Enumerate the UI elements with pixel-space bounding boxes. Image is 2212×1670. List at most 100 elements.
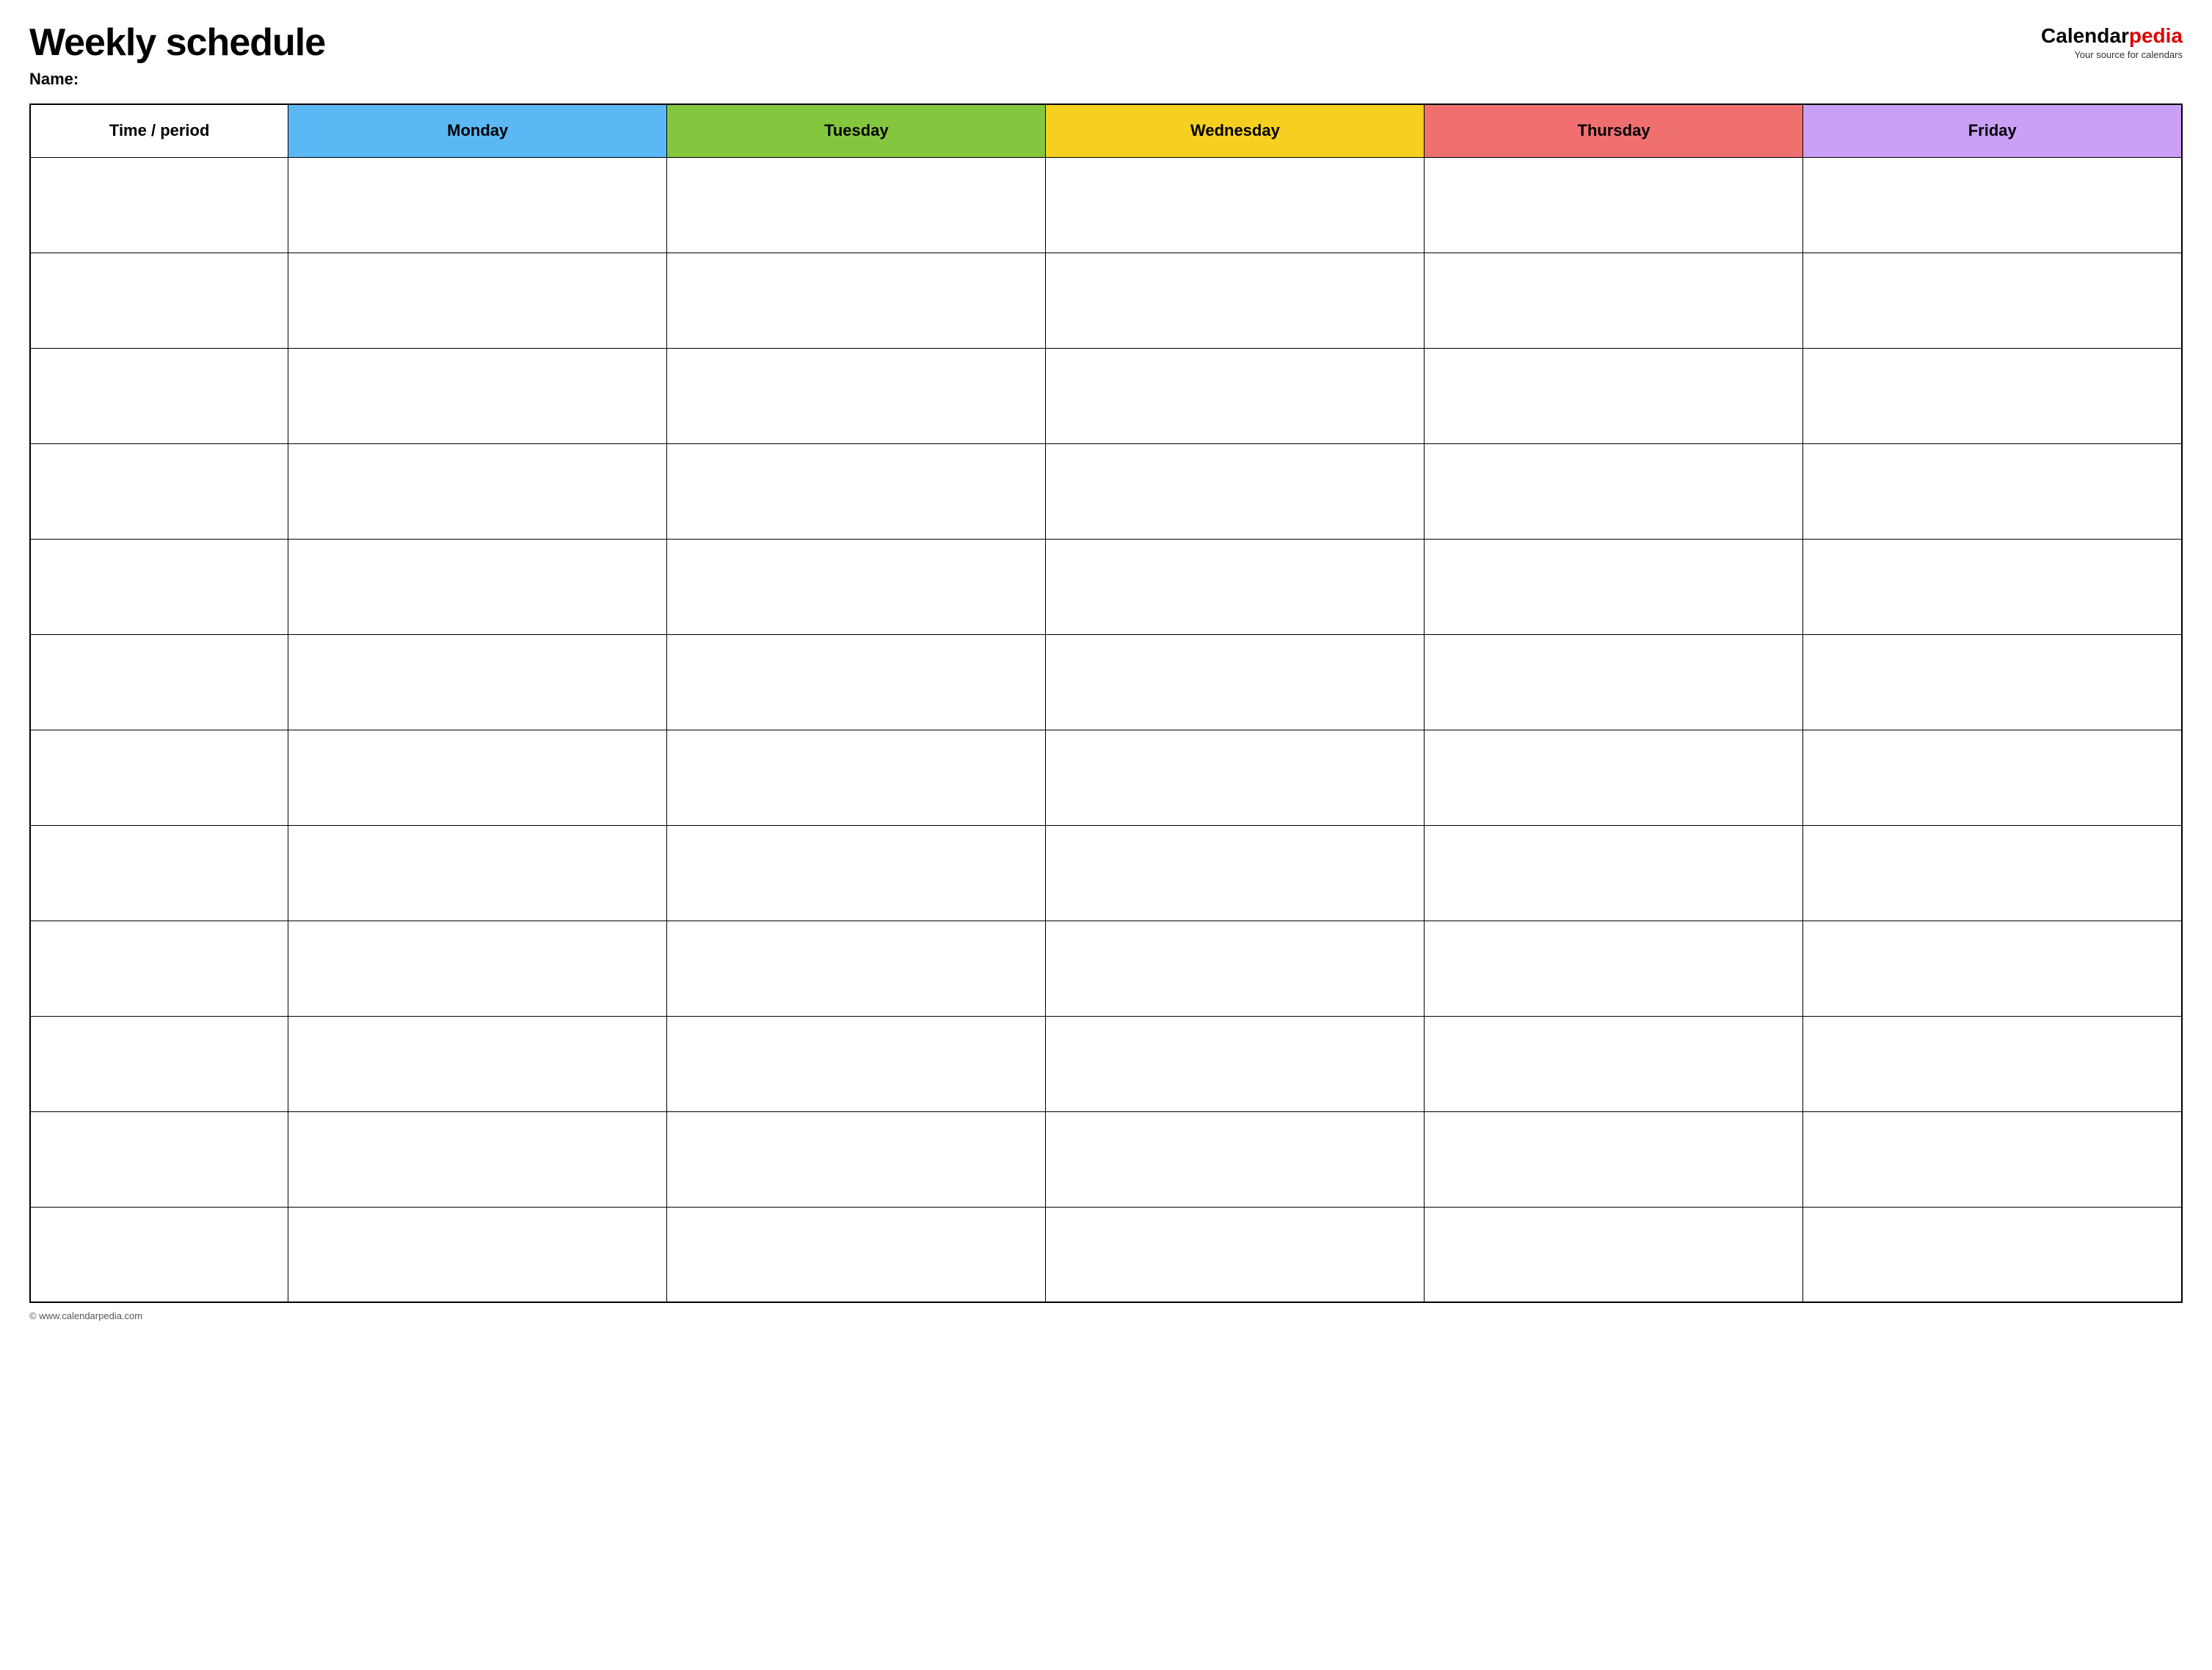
name-label: Name: (29, 70, 325, 89)
day-cell[interactable] (1803, 1016, 2182, 1111)
time-cell[interactable] (30, 730, 288, 825)
day-cell[interactable] (1046, 1016, 1425, 1111)
day-cell[interactable] (1425, 1016, 1803, 1111)
day-cell[interactable] (1046, 825, 1425, 921)
time-cell[interactable] (30, 1111, 288, 1207)
col-header-time: Time / period (30, 104, 288, 157)
day-cell[interactable] (1425, 253, 1803, 348)
time-cell[interactable] (30, 1016, 288, 1111)
day-cell[interactable] (1425, 348, 1803, 443)
day-cell[interactable] (667, 1111, 1046, 1207)
day-cell[interactable] (667, 1207, 1046, 1302)
day-cell[interactable] (1803, 634, 2182, 730)
day-cell[interactable] (1046, 253, 1425, 348)
day-cell[interactable] (1803, 443, 2182, 539)
time-cell[interactable] (30, 1207, 288, 1302)
time-cell[interactable] (30, 539, 288, 634)
day-cell[interactable] (667, 634, 1046, 730)
header-row: Time / period Monday Tuesday Wednesday T… (30, 104, 2182, 157)
col-header-monday: Monday (288, 104, 667, 157)
day-cell[interactable] (667, 1016, 1046, 1111)
time-cell[interactable] (30, 634, 288, 730)
logo-calendar: Calendar (2041, 24, 2129, 47)
page-header: Weekly schedule Name: Calendarpedia Your… (29, 22, 2183, 89)
day-cell[interactable] (1046, 1111, 1425, 1207)
day-cell[interactable] (667, 921, 1046, 1016)
time-cell[interactable] (30, 348, 288, 443)
table-row (30, 157, 2182, 253)
time-cell[interactable] (30, 921, 288, 1016)
title-block: Weekly schedule Name: (29, 22, 325, 89)
time-cell[interactable] (30, 253, 288, 348)
table-row (30, 634, 2182, 730)
day-cell[interactable] (288, 730, 667, 825)
day-cell[interactable] (1803, 730, 2182, 825)
day-cell[interactable] (667, 443, 1046, 539)
day-cell[interactable] (288, 443, 667, 539)
day-cell[interactable] (1803, 921, 2182, 1016)
day-cell[interactable] (1425, 921, 1803, 1016)
day-cell[interactable] (667, 825, 1046, 921)
day-cell[interactable] (667, 253, 1046, 348)
table-row (30, 921, 2182, 1016)
day-cell[interactable] (288, 1111, 667, 1207)
page-title: Weekly schedule (29, 22, 325, 64)
table-row (30, 348, 2182, 443)
day-cell[interactable] (288, 253, 667, 348)
day-cell[interactable] (288, 921, 667, 1016)
day-cell[interactable] (1425, 539, 1803, 634)
table-row (30, 1016, 2182, 1111)
footer-url: © www.calendarpedia.com (29, 1310, 142, 1321)
logo-pedia: pedia (2129, 24, 2183, 47)
day-cell[interactable] (1803, 539, 2182, 634)
day-cell[interactable] (1046, 730, 1425, 825)
day-cell[interactable] (1046, 1207, 1425, 1302)
day-cell[interactable] (667, 730, 1046, 825)
day-cell[interactable] (1425, 1111, 1803, 1207)
day-cell[interactable] (288, 539, 667, 634)
day-cell[interactable] (1425, 634, 1803, 730)
day-cell[interactable] (288, 634, 667, 730)
day-cell[interactable] (1803, 253, 2182, 348)
day-cell[interactable] (1046, 157, 1425, 253)
table-row (30, 443, 2182, 539)
day-cell[interactable] (1425, 157, 1803, 253)
footer: © www.calendarpedia.com (29, 1310, 2183, 1321)
table-row (30, 1207, 2182, 1302)
day-cell[interactable] (667, 157, 1046, 253)
day-cell[interactable] (1803, 348, 2182, 443)
col-header-wednesday: Wednesday (1046, 104, 1425, 157)
day-cell[interactable] (667, 539, 1046, 634)
time-cell[interactable] (30, 825, 288, 921)
col-header-tuesday: Tuesday (667, 104, 1046, 157)
day-cell[interactable] (1046, 921, 1425, 1016)
day-cell[interactable] (1803, 1207, 2182, 1302)
day-cell[interactable] (288, 348, 667, 443)
day-cell[interactable] (1046, 443, 1425, 539)
day-cell[interactable] (1803, 825, 2182, 921)
table-row (30, 253, 2182, 348)
page-wrapper: Weekly schedule Name: Calendarpedia Your… (29, 22, 2183, 1321)
col-header-thursday: Thursday (1425, 104, 1803, 157)
logo-text: Calendarpedia (2041, 25, 2183, 48)
time-cell[interactable] (30, 443, 288, 539)
logo-tagline: Your source for calendars (2074, 49, 2183, 60)
day-cell[interactable] (1425, 1207, 1803, 1302)
day-cell[interactable] (1425, 443, 1803, 539)
time-cell[interactable] (30, 157, 288, 253)
day-cell[interactable] (1425, 730, 1803, 825)
table-row (30, 730, 2182, 825)
day-cell[interactable] (1425, 825, 1803, 921)
table-row (30, 539, 2182, 634)
col-header-friday: Friday (1803, 104, 2182, 157)
day-cell[interactable] (1046, 634, 1425, 730)
day-cell[interactable] (667, 348, 1046, 443)
day-cell[interactable] (288, 1207, 667, 1302)
day-cell[interactable] (1046, 348, 1425, 443)
day-cell[interactable] (288, 1016, 667, 1111)
day-cell[interactable] (1803, 1111, 2182, 1207)
day-cell[interactable] (288, 157, 667, 253)
day-cell[interactable] (1046, 539, 1425, 634)
day-cell[interactable] (288, 825, 667, 921)
day-cell[interactable] (1803, 157, 2182, 253)
